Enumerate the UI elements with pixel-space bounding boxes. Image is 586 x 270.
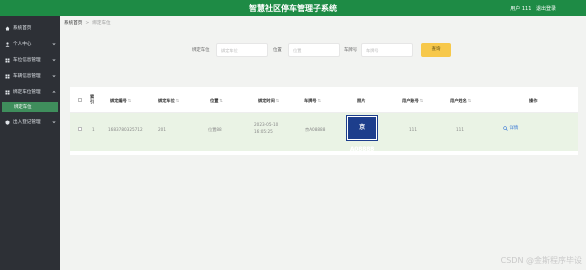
search-input-plate[interactable]: 车牌号 [361,43,413,57]
detail-button[interactable]: 详情 [503,125,518,131]
data-table: 索引 绑定编号⇅ 绑定车位⇅ 位置⇅ 绑定时间⇅ 车牌号⇅ 照片 用户账号⇅ 用… [70,87,578,155]
search-label-location: 位置 [273,48,282,53]
sidebar-item-label: 出入登记管理 [13,120,41,125]
table-header: 索引 绑定编号⇅ 绑定车位⇅ 位置⇅ 绑定时间⇅ 车牌号⇅ 照片 用户账号⇅ 用… [70,87,578,113]
sidebar-item-label: 车位信息管理 [13,58,41,63]
cell-index: 1 [92,127,95,132]
cell-bind-no: 1683780325712 [108,127,143,132]
breadcrumb: 系统首页 > 绑定车位 [64,21,111,26]
search-icon [503,125,508,131]
grid-icon [5,90,10,95]
chevron-up-icon [52,90,56,93]
sidebar-item-entry-exit[interactable]: 出入登记管理 [0,114,60,130]
chevron-down-icon [52,59,56,62]
column-header[interactable]: 绑定车位⇅ [158,98,179,104]
main-content: 系统首页 > 绑定车位 绑定车位 绑定车位 位置 位置 车牌号 车牌号 查询 索引 … [60,16,586,270]
detail-label: 详情 [509,126,519,131]
sidebar-item-home[interactable]: 系统首页 [0,20,60,36]
watermark: CSDN @金斯程序毕设 [500,256,582,265]
column-header[interactable]: 位置⇅ [210,98,223,104]
grid-icon [5,58,10,63]
search-bar: 绑定车位 绑定车位 位置 位置 车牌号 车牌号 查询 [60,43,586,57]
sidebar-subitem-bind-space[interactable]: 绑定车位 [2,102,58,112]
logout-link[interactable]: 退出登录 [536,6,556,12]
sidebar-item-label: 个人中心 [13,42,32,47]
select-all-checkbox[interactable] [78,98,82,102]
license-plate-photo[interactable]: 京A08888 [346,115,378,153]
user-area: 用户 111 退出登录 [507,5,556,12]
breadcrumb-current: 绑定车位 [92,21,111,26]
grid-icon [5,74,10,79]
cell-time: 2023-05-10 16:05:25 [254,122,279,134]
user-label: 用户 111 [510,6,532,12]
column-header: 操作 [529,98,538,103]
row-checkbox[interactable] [78,127,82,131]
cell-location: 位置88 [208,127,222,132]
search-label-space: 绑定车位 [192,48,210,53]
chevron-down-icon [52,43,56,46]
chevron-down-icon [52,75,56,78]
cell-account: 111 [409,127,417,132]
column-header[interactable]: 用户姓名⇅ [450,98,471,104]
sidebar-item-vehicle-info[interactable]: 车辆信息管理 [0,68,60,84]
search-input-space[interactable]: 绑定车位 [216,43,268,57]
sidebar-item-label: 系统首页 [13,26,32,31]
sidebar: 系统首页 个人中心 车位信息管理 车辆信息管理 绑定车位管理 绑定车位 出入登记… [0,16,60,270]
shield-icon [5,120,10,125]
sidebar-item-personal-center[interactable]: 个人中心 [0,36,60,52]
cell-plate: 京A08888 [305,127,326,132]
sidebar-item-space-info[interactable]: 车位信息管理 [0,52,60,68]
sidebar-item-label: 车辆信息管理 [13,74,41,79]
column-header[interactable]: 绑定时间⇅ [258,98,279,104]
search-button[interactable]: 查询 [421,43,451,57]
top-bar: 智慧社区停车管理子系统 用户 111 退出登录 [0,0,586,16]
column-header[interactable]: 车牌号⇅ [304,98,321,104]
breadcrumb-home[interactable]: 系统首页 [64,21,82,26]
home-icon [5,26,10,31]
table-row[interactable]: 1 1683780325712 201 位置88 2023-05-10 16:0… [70,113,578,153]
column-header: 索引 [90,94,95,104]
cell-space: 201 [158,127,166,132]
sidebar-item-bind-space[interactable]: 绑定车位管理 [0,84,60,100]
search-label-plate: 车牌号 [344,48,358,53]
cell-name: 111 [456,127,464,132]
column-header[interactable]: 绑定编号⇅ [110,98,131,104]
chevron-down-icon [52,121,56,124]
user-icon [5,41,10,47]
column-header: 照片 [357,98,366,103]
sidebar-item-label: 绑定车位管理 [13,90,41,95]
column-header[interactable]: 用户账号⇅ [402,98,423,104]
app-title: 智慧社区停车管理子系统 [249,4,337,13]
search-input-location[interactable]: 位置 [288,43,340,57]
